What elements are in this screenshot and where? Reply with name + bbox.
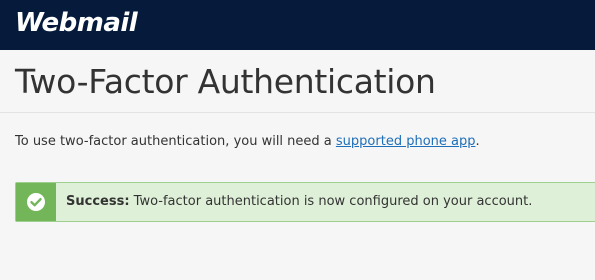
intro-prefix: To use two-factor authentication, you wi… bbox=[15, 134, 336, 149]
title-divider bbox=[0, 112, 595, 113]
intro-suffix: . bbox=[475, 134, 480, 149]
page-title: Two-Factor Authentication bbox=[15, 62, 436, 101]
alert-label: Success: bbox=[66, 194, 130, 209]
success-alert: Success: Two-factor authentication is no… bbox=[15, 182, 595, 222]
intro-text: To use two-factor authentication, you wi… bbox=[15, 134, 480, 149]
alert-body: Two-factor authentication is now configu… bbox=[129, 194, 533, 209]
webmail-logo[interactable]: Webmail bbox=[15, 8, 138, 38]
alert-message: Success: Two-factor authentication is no… bbox=[66, 194, 532, 209]
alert-icon-box bbox=[16, 183, 56, 221]
check-circle-icon bbox=[27, 193, 45, 211]
top-header-bar: Webmail bbox=[0, 0, 595, 50]
supported-phone-app-link[interactable]: supported phone app bbox=[336, 134, 476, 149]
